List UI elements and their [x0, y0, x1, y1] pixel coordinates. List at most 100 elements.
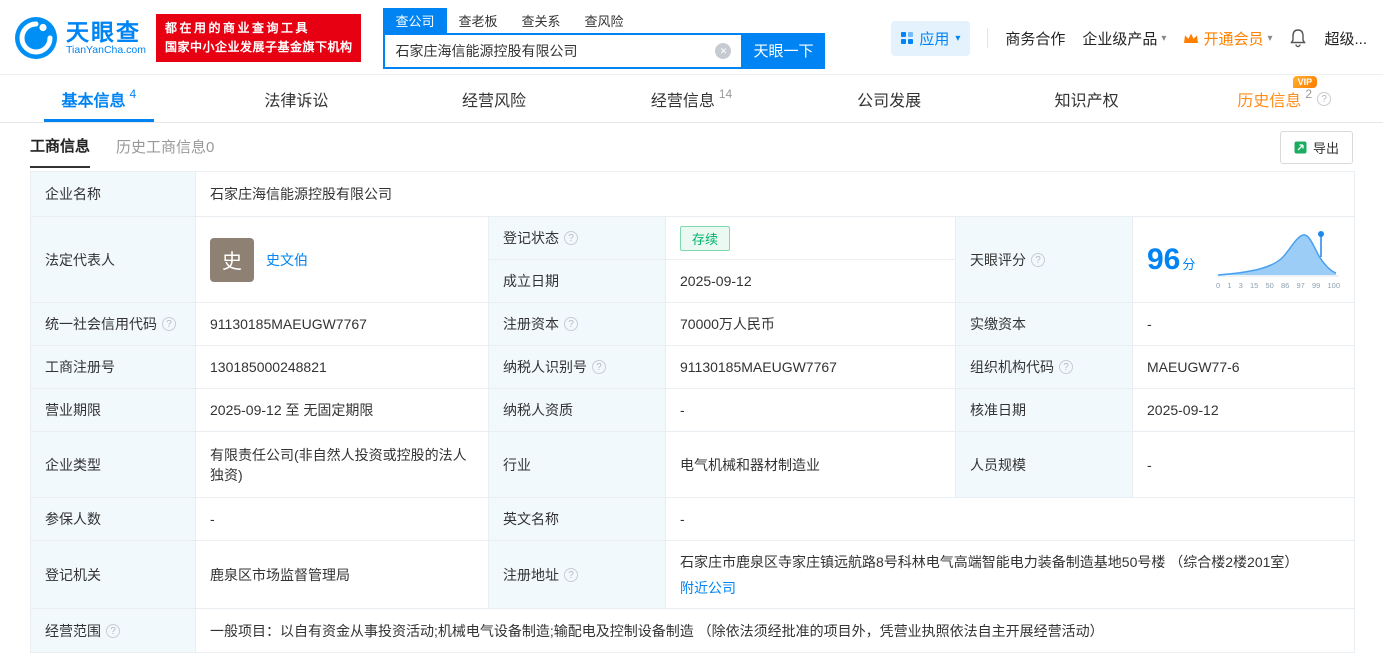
- row-company-type: 企业类型 有限责任公司(非自然人投资或控股的法人独资) 行业 电气机械和器材制造…: [30, 431, 1355, 498]
- search-input[interactable]: [383, 32, 742, 69]
- export-button-label: 导出: [1312, 140, 1339, 156]
- company-name-label-cell: 企业名称: [30, 171, 196, 217]
- tab-risk-label: 经营风险: [461, 92, 526, 110]
- row-insured: 参保人数 - 英文名称 -: [30, 497, 1355, 541]
- search-row: ✕ 天眼一下: [383, 32, 826, 69]
- est-date-label: 成立日期: [503, 273, 559, 289]
- tab-company-development[interactable]: 公司发展: [790, 75, 988, 122]
- divider: [987, 28, 989, 48]
- tab-legal-litigation[interactable]: 法律诉讼: [198, 75, 396, 122]
- org-code-label: 组织机构代码: [970, 359, 1054, 375]
- menu-open-vip[interactable]: 开通会员 ▾: [1183, 28, 1272, 49]
- approval-date-value: 2025-09-12: [1147, 402, 1219, 418]
- tab-legal-label: 法律诉讼: [264, 92, 329, 110]
- business-term-value: 2025-09-12 至 无固定期限: [210, 402, 374, 418]
- tab-basic-info-label: 基本信息: [61, 92, 126, 110]
- export-button[interactable]: 导出: [1279, 130, 1353, 164]
- help-icon[interactable]: ?: [106, 623, 120, 638]
- reg-status-value-cell: 存续: [665, 216, 956, 260]
- reg-capital-label: 注册资本: [503, 316, 559, 332]
- help-icon[interactable]: ?: [564, 317, 578, 331]
- tab-history-label: 历史信息: [1237, 92, 1302, 110]
- score-value-cell: 96 分 0 1 3 15 50 86 97 99 100: [1132, 216, 1355, 303]
- tab-intellectual-property[interactable]: 知识产权: [988, 75, 1186, 122]
- staff-size-value-cell: -: [1132, 431, 1355, 498]
- crown-icon: [1184, 33, 1199, 43]
- score-distribution-chart[interactable]: 0 1 3 15 50 86 97 99 100: [1216, 229, 1340, 290]
- reg-number-label-cell: 工商注册号: [30, 345, 196, 389]
- apps-grid-icon: [901, 32, 914, 44]
- search-button[interactable]: 天眼一下: [741, 32, 826, 69]
- subtab-business-registration[interactable]: 工商信息: [30, 135, 91, 168]
- tab-history-info[interactable]: VIP 历史信息 2 ?: [1185, 75, 1383, 122]
- bell-icon[interactable]: [1289, 28, 1307, 48]
- help-icon[interactable]: ?: [1059, 360, 1073, 374]
- menu-business-cooperation[interactable]: 商务合作: [1005, 28, 1065, 49]
- header-right-menu: 应用 ▾ 商务合作 企业级产品 ▾ 开通会员 ▾ 超级...: [891, 20, 1367, 56]
- chevron-down-icon: ▾: [1161, 32, 1167, 44]
- industry-value: 电气机械和器材制造业: [680, 456, 820, 473]
- reg-status-label: 登记状态: [503, 230, 559, 246]
- est-date-value: 2025-09-12: [680, 273, 752, 289]
- help-icon[interactable]: ?: [592, 360, 606, 374]
- row-reg-number: 工商注册号 130185000248821 纳税人识别号 ? 91130185M…: [30, 345, 1355, 389]
- english-name-label-cell: 英文名称: [488, 497, 666, 541]
- search-tabs: 查公司 查老板 查关系 查风险: [383, 7, 825, 33]
- tab-basic-info[interactable]: 基本信息 4: [0, 75, 198, 122]
- english-name-value-cell: -: [665, 497, 1355, 541]
- company-type-value-cell: 有限责任公司(非自然人投资或控股的法人独资): [195, 431, 489, 498]
- row-legal-rep: 法定代表人 史 史文伯 登记状态 ? 存续 天眼评分 ? 96 分 0 1 3 …: [30, 216, 1355, 303]
- tab-business-info[interactable]: 经营信息 14: [593, 75, 791, 122]
- taxpayer-quality-label: 纳税人资质: [503, 402, 573, 418]
- english-name-value: -: [680, 511, 685, 527]
- help-icon[interactable]: ?: [1031, 252, 1045, 267]
- search-tab-boss[interactable]: 查老板: [447, 8, 510, 33]
- subtab-historical-registration[interactable]: 历史工商信息0: [116, 136, 214, 167]
- brand-domain: TianYanCha.com: [66, 44, 146, 57]
- help-icon[interactable]: ?: [564, 231, 578, 245]
- help-icon[interactable]: ?: [1317, 91, 1332, 106]
- legal-rep-link[interactable]: 史文伯: [266, 250, 308, 270]
- chevron-down-icon: ▾: [955, 32, 961, 44]
- tianyancha-logo[interactable]: 天眼查 TianYanCha.com: [14, 16, 146, 60]
- menu-super[interactable]: 超级...: [1324, 28, 1367, 49]
- tab-operation-risk[interactable]: 经营风险: [395, 75, 593, 122]
- legal-rep-avatar[interactable]: 史: [210, 237, 254, 282]
- score-label: 天眼评分: [970, 251, 1026, 268]
- nearby-companies-link[interactable]: 附近公司: [680, 580, 736, 596]
- english-name-label: 英文名称: [503, 511, 559, 527]
- insured-label: 参保人数: [45, 511, 101, 527]
- industry-value-cell: 电气机械和器材制造业: [665, 431, 956, 498]
- subtabs-row: 工商信息 历史工商信息0 导出: [0, 123, 1383, 168]
- org-code-label-cell: 组织机构代码 ?: [955, 345, 1133, 389]
- apps-menu-button[interactable]: 应用 ▾: [891, 20, 971, 56]
- approval-date-label-cell: 核准日期: [955, 388, 1133, 432]
- help-icon[interactable]: ?: [564, 567, 578, 582]
- taxpayer-id-value-cell: 91130185MAEUGW7767: [665, 345, 956, 389]
- staff-size-value: -: [1147, 456, 1152, 473]
- search-tab-company[interactable]: 查公司: [383, 7, 447, 33]
- credit-code-value-cell: 91130185MAEUGW7767: [195, 302, 489, 346]
- row-credit-code: 统一社会信用代码 ? 91130185MAEUGW7767 注册资本 ? 700…: [30, 302, 1355, 346]
- help-icon[interactable]: ?: [162, 317, 176, 331]
- scope-value-cell: 一般项目：以自有资金从事投资活动;机械电气设备制造;输配电及控制设备制造 （除依…: [195, 608, 1355, 653]
- menu-enterprise-products[interactable]: 企业级产品 ▾: [1082, 28, 1166, 49]
- tab-business-count: 14: [718, 86, 733, 101]
- export-icon: [1294, 141, 1307, 153]
- address-value-cell: 石家庄市鹿泉区寺家庄镇远航路8号科林电气高端智能电力装备制造基地50号楼 （综合…: [665, 540, 1355, 609]
- reg-authority-label-cell: 登记机关: [30, 540, 196, 609]
- taxpayer-quality-value: -: [680, 402, 685, 418]
- est-date-value-cell: 2025-09-12: [665, 259, 956, 303]
- search-tab-risk[interactable]: 查风险: [573, 8, 636, 33]
- business-term-label: 营业期限: [45, 402, 101, 418]
- company-type-label: 企业类型: [45, 456, 101, 473]
- chevron-down-icon: ▾: [1267, 32, 1273, 44]
- company-name-label: 企业名称: [45, 186, 101, 202]
- approval-date-value-cell: 2025-09-12: [1132, 388, 1355, 432]
- paid-capital-value: -: [1147, 316, 1152, 332]
- business-term-label-cell: 营业期限: [30, 388, 196, 432]
- search-tab-relation[interactable]: 查关系: [510, 8, 573, 33]
- credit-code-value: 91130185MAEUGW7767: [210, 316, 367, 332]
- staff-size-label: 人员规模: [970, 456, 1026, 473]
- clear-search-icon[interactable]: ✕: [715, 42, 732, 59]
